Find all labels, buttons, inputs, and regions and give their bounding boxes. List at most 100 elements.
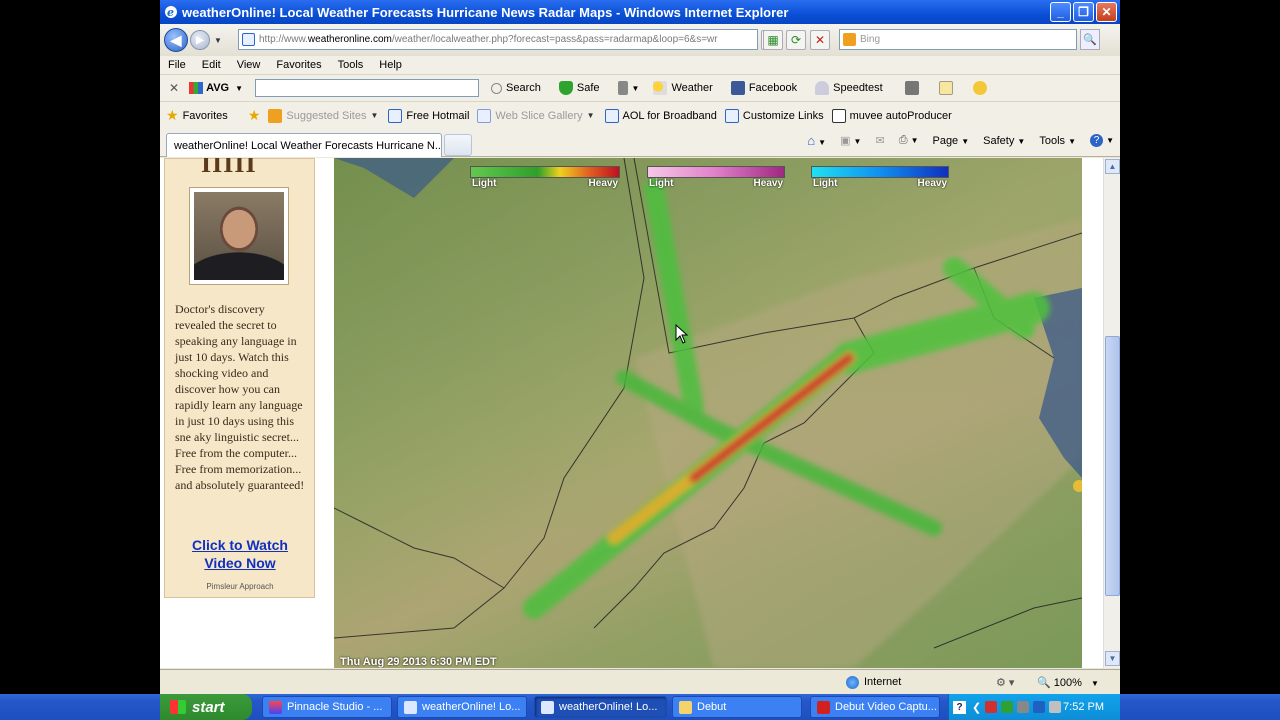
task-label: weatherOnline! Lo... [422, 701, 521, 713]
avg-weather-button[interactable]: Weather [653, 81, 713, 95]
radar-map[interactable]: Light Heavy Light Heavy Light Heavy Thu Aug… [334, 158, 1082, 668]
fav-web-slice-gallery[interactable]: Web Slice Gallery ▼ [477, 108, 595, 123]
fav-customize-label: Customize Links [742, 109, 824, 122]
menu-edit[interactable]: Edit [202, 59, 221, 71]
tab-weatheronline[interactable]: e weatherOnline! Local Weather Forecasts… [166, 133, 442, 157]
compatibility-icon[interactable]: ▦ [763, 30, 783, 50]
ad-portrait[interactable] [189, 187, 289, 285]
fav-free-hotmail[interactable]: Free Hotmail [388, 108, 469, 123]
fav-suggested-sites[interactable]: Suggested Sites ▼ [268, 108, 378, 123]
feeds-button[interactable]: ▣ ▼ [840, 134, 861, 147]
menu-view[interactable]: View [237, 59, 261, 71]
webslice-dropdown-icon: ▼ [586, 111, 595, 120]
windows-flag-icon [170, 700, 186, 714]
tools-dropdown-icon: ▼ [1068, 136, 1077, 146]
avg-safe-button[interactable]: Safe [558, 81, 600, 95]
menu-tools[interactable]: Tools [338, 59, 364, 71]
watch-video-link[interactable]: Click to Watch Video Now [165, 536, 315, 572]
url-input[interactable]: http://www. weatheronline.com/weather/loc… [238, 29, 758, 50]
avg-tray-icon[interactable] [985, 701, 998, 713]
command-bar: ⌂ ▼ ▣ ▼ ✉ ⎙ ▼ Page ▼ Safety ▼ Tools ▼ ? … [807, 133, 1114, 148]
title-bar[interactable]: e weatherOnline! Local Weather Forecasts… [160, 0, 1120, 24]
help-button[interactable]: ? ▼ [1090, 134, 1114, 147]
avg-weather-label: Weather [671, 82, 713, 94]
help-tray-icon[interactable]: ? [953, 700, 966, 714]
rain-heavy-label: Heavy [588, 178, 618, 189]
task-label: Debut [697, 701, 727, 713]
task-label: Pinnacle Studio - ... [287, 701, 383, 713]
task-debut-folder[interactable]: Debut [672, 696, 802, 718]
protected-mode-icon[interactable]: ⚙ ▾ [996, 676, 1014, 689]
printer-icon: ⎙ [898, 134, 908, 146]
minimize-button[interactable]: _ [1050, 2, 1071, 22]
suggested-sites-icon [268, 108, 283, 123]
snow-light-label: Light [813, 178, 838, 189]
search-input[interactable]: Bing [839, 29, 1077, 50]
task-pinnacle-studio[interactable]: Pinnacle Studio - ... [262, 696, 392, 718]
avg-safe-label: Safe [576, 82, 600, 94]
print-button[interactable]: ⎙ ▼ [899, 134, 919, 147]
notepad-icon [938, 81, 953, 95]
forward-button[interactable]: ▶ [190, 30, 210, 50]
fav-aol-broadband[interactable]: AOL for Broadband [604, 108, 717, 123]
avg-brand: AVG [206, 82, 230, 94]
tray-expand-icon[interactable]: ❮ [972, 701, 981, 714]
close-toolbar-icon[interactable]: ✕ [169, 81, 179, 95]
menu-file[interactable]: File [168, 59, 186, 71]
safety-menu[interactable]: Safety ▼ [983, 135, 1025, 147]
task-debut-video-capture[interactable]: Debut Video Captu... [810, 696, 940, 718]
avg-speedtest-label: Speedtest [833, 82, 883, 94]
ice-light-label: Light [649, 178, 674, 189]
language-ad[interactable]: IIIII Doctor's discovery revealed the se… [164, 158, 315, 598]
stop-icon[interactable]: ✕ [810, 30, 830, 50]
ice-mix-scale [647, 166, 785, 178]
avg-search-button[interactable]: Search [491, 82, 541, 94]
close-button[interactable]: ✕ [1096, 2, 1117, 22]
scroll-up-icon[interactable]: ▲ [1105, 159, 1120, 174]
security-tray-icon[interactable] [1049, 701, 1062, 713]
task-label: weatherOnline! Lo... [559, 701, 658, 713]
chat-icon [972, 81, 987, 95]
help-icon: ? [1090, 134, 1104, 147]
update-tray-icon[interactable] [1033, 701, 1046, 713]
scroll-thumb[interactable] [1105, 336, 1120, 596]
history-dropdown-icon[interactable]: ▼ [214, 36, 222, 45]
start-button[interactable]: start [160, 694, 252, 720]
calculator-button[interactable] [904, 81, 923, 95]
add-favorite-button[interactable]: ★ [248, 107, 265, 124]
trash-button[interactable]: ▼ [617, 81, 639, 95]
zoom-control[interactable]: 🔍 100% ▼ [1037, 676, 1099, 689]
volume-tray-icon[interactable] [1017, 701, 1030, 713]
speedometer-icon [815, 81, 830, 95]
avg-speedtest-button[interactable]: Speedtest [815, 81, 883, 95]
restore-button[interactable]: ❐ [1073, 2, 1094, 22]
avg-facebook-button[interactable]: Facebook [730, 81, 797, 95]
url-domain: weatheronline.com [307, 34, 392, 45]
tools-menu[interactable]: Tools ▼ [1039, 135, 1076, 147]
avg-menu[interactable]: AVG ▼ [189, 82, 243, 94]
search-button[interactable]: 🔍 [1080, 29, 1100, 50]
new-tab-button[interactable] [444, 134, 472, 156]
notepad-button[interactable] [938, 81, 957, 95]
scroll-down-icon[interactable]: ▼ [1105, 651, 1120, 666]
svg-text:e: e [167, 6, 174, 19]
chat-button[interactable] [972, 81, 991, 95]
menu-favorites[interactable]: Favorites [276, 59, 321, 71]
menu-help[interactable]: Help [379, 59, 402, 71]
task-weatheronline-2[interactable]: weatherOnline! Lo... [534, 696, 667, 718]
read-mail-button[interactable]: ✉ [875, 134, 884, 147]
forward-arrow-icon: ▶ [196, 34, 204, 46]
vertical-scrollbar[interactable]: ▲ ▼ [1103, 158, 1120, 668]
fav-muvee[interactable]: muvee autoProducer [831, 108, 952, 123]
fav-customize-links[interactable]: Customize Links [724, 108, 824, 123]
back-button[interactable]: ◀ [164, 28, 188, 52]
page-icon [242, 33, 255, 46]
avg-search-input[interactable] [255, 79, 480, 97]
task-weatheronline-1[interactable]: weatherOnline! Lo... [397, 696, 527, 718]
refresh-icon[interactable]: ⟳ [786, 30, 806, 50]
home-button[interactable]: ⌂ ▼ [807, 133, 826, 148]
network-tray-icon[interactable] [1001, 701, 1014, 713]
favorites-button[interactable]: ★ Favorites [166, 107, 228, 124]
legend-ice-mix: Light Heavy [647, 166, 785, 190]
page-menu[interactable]: Page ▼ [932, 135, 969, 147]
